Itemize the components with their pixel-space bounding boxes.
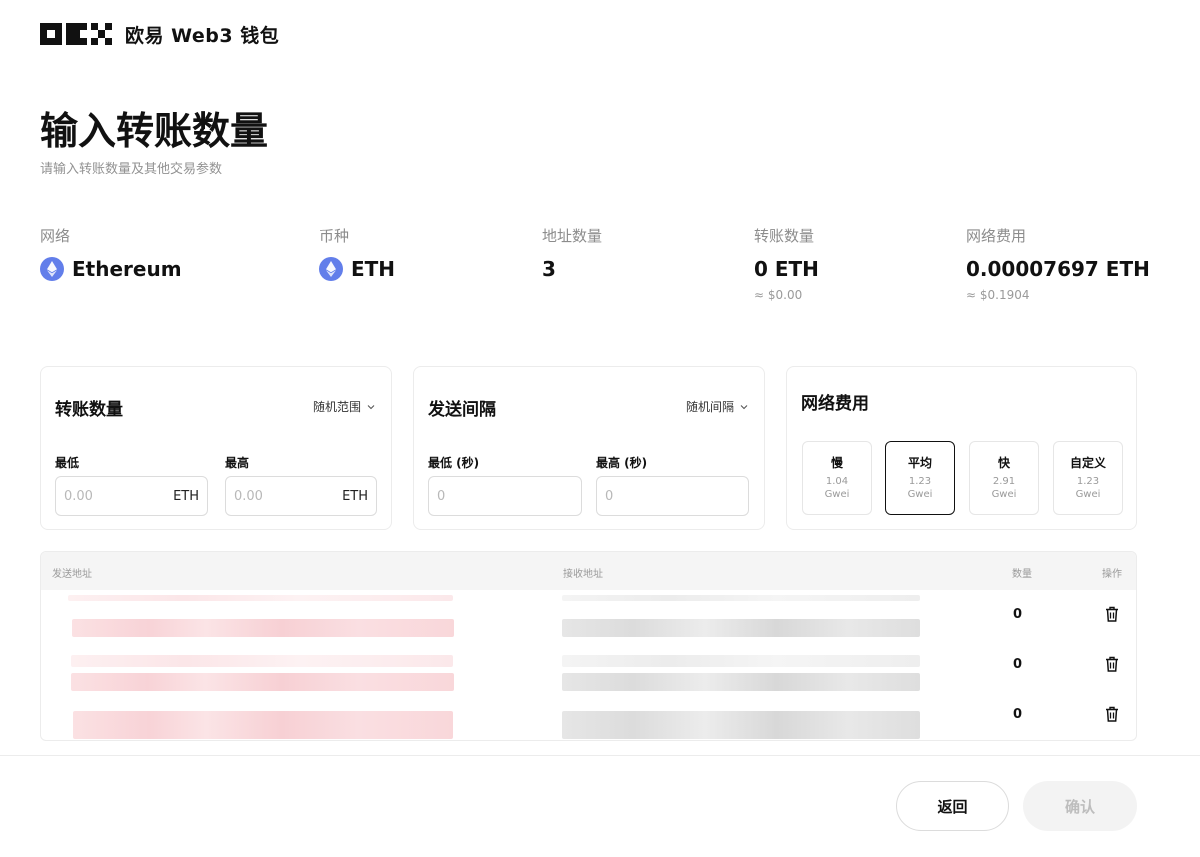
summary-network: 网络 Ethereum — [40, 226, 182, 282]
receiver-address-redacted — [562, 673, 920, 691]
trash-icon[interactable] — [1105, 606, 1119, 622]
receiver-address-redacted — [562, 655, 920, 667]
column-header-quantity: 数量 — [1012, 569, 1032, 580]
brand-name: 欧易 Web3 钱包 — [125, 24, 280, 47]
interval-min-input[interactable] — [437, 488, 517, 504]
summary-network-fee-usd: ≈ $0.1904 — [966, 288, 1030, 302]
amount-mode-label: 随机范围 — [312, 400, 361, 414]
fee-option-name: 自定义 — [1069, 456, 1106, 470]
summary-token-value: ETH — [319, 256, 395, 282]
row-quantity: 0 — [1013, 657, 1023, 672]
amount-max-input[interactable] — [234, 488, 314, 504]
transfer-summary: 网络 Ethereum 币种 ETH 地址数量 3 转账数量 0 ETH ≈ $… — [40, 226, 1160, 316]
row-quantity: 0 — [1013, 607, 1023, 622]
sender-address-redacted — [73, 711, 453, 739]
fee-option-value: 1.23 — [1076, 476, 1100, 487]
fee-option-average[interactable]: 平均 1.23 Gwei — [885, 441, 955, 515]
interval-max-input[interactable] — [605, 488, 685, 504]
receiver-address-redacted — [562, 619, 920, 637]
interval-mode-dropdown[interactable]: 随机间隔 — [686, 398, 748, 415]
summary-transfer-amount: 转账数量 0 ETH ≈ $0.00 — [754, 226, 819, 302]
amount-card-title: 转账数量 — [55, 400, 123, 420]
ethereum-icon — [40, 257, 64, 281]
summary-token-label: 币种 — [319, 227, 350, 245]
interval-card: 发送间隔 随机间隔 最低 (秒) 最高 (秒) — [413, 366, 765, 530]
sender-address-redacted — [68, 595, 453, 601]
table-row: 0 — [41, 591, 1136, 641]
fee-option-slow[interactable]: 慢 1.04 Gwei — [802, 441, 872, 515]
fee-option-unit: Gwei — [907, 489, 933, 500]
app-header: 欧易 Web3 钱包 — [40, 20, 279, 48]
interval-mode-label: 随机间隔 — [685, 400, 734, 414]
amount-min-field: ETH — [55, 476, 208, 516]
okx-logo-icon — [40, 23, 112, 45]
table-header: 发送地址 接收地址 数量 操作 — [41, 552, 1136, 590]
amount-max-field: ETH — [225, 476, 377, 516]
summary-transfer-amount-value: 0 ETH — [754, 257, 819, 281]
chevron-down-icon — [367, 404, 375, 409]
amount-mode-dropdown[interactable]: 随机范围 — [313, 398, 375, 415]
column-header-sender: 发送地址 — [52, 569, 92, 580]
ethereum-icon — [319, 257, 343, 281]
summary-address-count-label: 地址数量 — [542, 227, 603, 245]
sender-address-redacted — [72, 619, 454, 637]
summary-address-count-value: 3 — [542, 257, 556, 281]
summary-network-label: 网络 — [40, 227, 71, 245]
row-quantity: 0 — [1013, 707, 1023, 722]
receiver-address-redacted — [562, 711, 920, 739]
fee-option-value: 1.23 — [908, 476, 932, 487]
amount-max-label: 最高 — [225, 456, 250, 470]
trash-icon[interactable] — [1105, 706, 1119, 722]
fee-option-unit: Gwei — [1075, 489, 1101, 500]
back-button[interactable]: 返回 — [896, 781, 1009, 831]
network-name: Ethereum — [72, 257, 182, 281]
summary-token: 币种 ETH — [319, 226, 395, 282]
page-subtitle: 请输入转账数量及其他交易参数 — [40, 162, 223, 177]
fee-option-name: 快 — [997, 456, 1010, 470]
summary-network-fee-label: 网络费用 — [966, 227, 1027, 245]
fee-option-name: 平均 — [907, 456, 932, 470]
column-header-receiver: 接收地址 — [563, 569, 603, 580]
column-header-actions: 操作 — [1102, 569, 1122, 580]
summary-transfer-amount-label: 转账数量 — [754, 227, 815, 245]
confirm-button[interactable]: 确认 — [1023, 781, 1137, 831]
transfer-table: 发送地址 接收地址 数量 操作 0 0 0 — [40, 551, 1137, 741]
fee-option-value: 2.91 — [992, 476, 1016, 487]
amount-card: 转账数量 随机范围 最低 最高 ETH ETH — [40, 366, 392, 530]
fee-option-custom[interactable]: 自定义 1.23 Gwei — [1053, 441, 1123, 515]
summary-address-count: 地址数量 3 — [542, 226, 602, 282]
summary-network-value: Ethereum — [40, 256, 182, 282]
chevron-down-icon — [740, 404, 748, 409]
summary-network-fee-value: 0.00007697 ETH — [966, 257, 1150, 281]
fee-option-unit: Gwei — [824, 489, 850, 500]
sender-address-redacted — [71, 673, 454, 691]
amount-max-unit: ETH — [342, 488, 368, 504]
sender-address-redacted — [71, 655, 453, 667]
fee-option-name: 慢 — [830, 456, 843, 470]
interval-card-title: 发送间隔 — [428, 400, 496, 420]
fee-option-unit: Gwei — [991, 489, 1017, 500]
network-fee-card-title: 网络费用 — [801, 394, 869, 414]
table-row: 0 — [41, 691, 1136, 740]
trash-icon[interactable] — [1105, 656, 1119, 672]
receiver-address-redacted — [562, 595, 920, 601]
summary-network-fee: 网络费用 0.00007697 ETH ≈ $0.1904 — [966, 226, 1150, 302]
fee-option-fast[interactable]: 快 2.91 Gwei — [969, 441, 1039, 515]
token-name: ETH — [351, 257, 396, 281]
page-title: 输入转账数量 — [40, 109, 269, 153]
interval-max-field — [596, 476, 749, 516]
interval-min-field — [428, 476, 582, 516]
network-fee-card: 网络费用 慢 1.04 Gwei 平均 1.23 Gwei 快 2.91 Gwe… — [786, 366, 1137, 530]
table-row: 0 — [41, 641, 1136, 691]
amount-min-input[interactable] — [64, 488, 144, 504]
amount-min-unit: ETH — [173, 488, 199, 504]
amount-min-label: 最低 — [55, 456, 80, 470]
footer-divider — [0, 755, 1200, 756]
fee-option-value: 1.04 — [825, 476, 849, 487]
summary-transfer-amount-usd: ≈ $0.00 — [754, 288, 803, 302]
interval-min-label: 最低 (秒) — [428, 456, 480, 470]
interval-max-label: 最高 (秒) — [596, 456, 648, 470]
